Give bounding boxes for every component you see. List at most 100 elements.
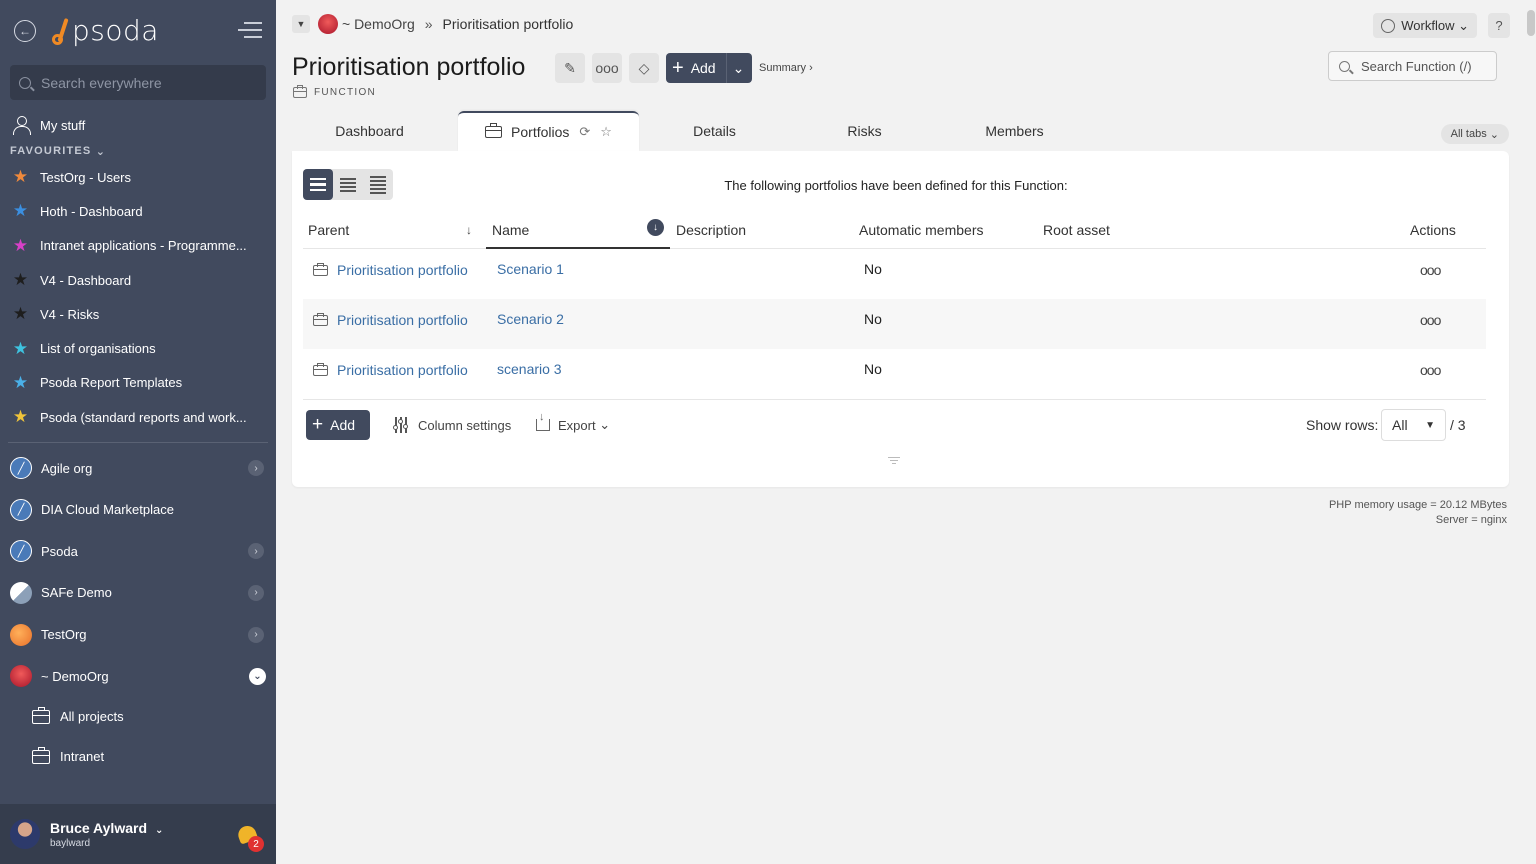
- col-description[interactable]: Description: [676, 222, 746, 238]
- favourite-item[interactable]: ★ Hoth - Dashboard: [0, 194, 276, 228]
- notifications-button[interactable]: 2: [235, 823, 264, 852]
- org-item[interactable]: ~ DemoOrg ⌄: [0, 655, 276, 697]
- sort-active-icon[interactable]: ↓: [647, 219, 664, 236]
- chevron-right-icon[interactable]: ›: [248, 584, 264, 601]
- col-automatic-members[interactable]: Automatic members: [859, 222, 983, 238]
- top-right-tools: Workflow ⌄ ?: [1373, 13, 1510, 38]
- search-icon: [19, 76, 31, 89]
- favourite-item[interactable]: ★ V4 - Risks: [0, 297, 276, 331]
- main-content: ▼ ~ DemoOrg » Prioritisation portfolio W…: [276, 0, 1536, 864]
- sidebar-subitem[interactable]: Intranet: [0, 737, 276, 777]
- plus-icon: +: [672, 57, 684, 79]
- chevron-down-icon: ⌄: [1458, 17, 1469, 33]
- row-actions-icon[interactable]: ooo: [1420, 362, 1441, 378]
- sidebar-subitem[interactable]: All projects: [0, 697, 276, 737]
- portfolio-name-link[interactable]: Scenario 2: [497, 311, 564, 327]
- favourite-item[interactable]: ★ V4 - Dashboard: [0, 263, 276, 297]
- favourites-header[interactable]: FAVOURITES ⌄: [0, 142, 276, 160]
- org-item[interactable]: ╱ Psoda ›: [0, 531, 276, 573]
- col-root-asset[interactable]: Root asset: [1043, 222, 1110, 238]
- breadcrumb-org-link[interactable]: ~ DemoOrg: [342, 16, 415, 32]
- search-function-input[interactable]: Search Function (/): [1328, 51, 1497, 81]
- tag-icon[interactable]: ◇: [629, 53, 659, 83]
- plus-icon: +: [312, 414, 324, 435]
- portfolio-name-link[interactable]: scenario 3: [497, 361, 562, 377]
- chevron-right-icon[interactable]: ›: [248, 460, 264, 477]
- org-label: ~ DemoOrg: [41, 668, 109, 684]
- breadcrumb-dropdown-icon[interactable]: ▼: [292, 15, 310, 33]
- search-everywhere-input[interactable]: [41, 74, 251, 91]
- automatic-members-value: No: [864, 261, 882, 277]
- user-panel[interactable]: Bruce Aylward ⌄ baylward 2: [0, 804, 276, 864]
- sidebar-search[interactable]: [10, 65, 266, 100]
- summary-link[interactable]: Summary ›: [759, 62, 813, 74]
- org-item[interactable]: TestOrg ›: [0, 614, 276, 656]
- edit-pencil-icon[interactable]: ✎: [555, 53, 585, 83]
- favourite-item[interactable]: ★ TestOrg - Users: [0, 160, 276, 194]
- show-rows-select[interactable]: All ▼: [1381, 409, 1446, 441]
- tab-members[interactable]: Members: [952, 111, 1077, 151]
- tab-risks[interactable]: Risks: [802, 111, 927, 151]
- org-item[interactable]: SAFe Demo ›: [0, 572, 276, 614]
- more-options-icon[interactable]: ooo: [592, 53, 622, 83]
- add-button[interactable]: + Add ⌄: [666, 53, 753, 83]
- star-icon: ★: [12, 235, 29, 255]
- sort-arrow-down-icon[interactable]: ↓: [466, 223, 472, 237]
- psoda-logo[interactable]: psoda: [52, 14, 159, 47]
- chevron-down-icon[interactable]: ⌄: [249, 667, 266, 685]
- tab-details[interactable]: Details: [652, 111, 777, 151]
- favourite-label: List of organisations: [40, 341, 156, 357]
- table-row: Prioritisation portfolio scenario 3 No ooo: [303, 349, 1486, 399]
- automatic-members-value: No: [864, 311, 882, 327]
- favourite-label: Hoth - Dashboard: [40, 203, 143, 219]
- tab-dashboard[interactable]: Dashboard: [292, 111, 447, 151]
- favourite-item[interactable]: ★ Psoda Report Templates: [0, 366, 276, 400]
- column-settings-button[interactable]: Column settings: [392, 417, 511, 433]
- back-icon[interactable]: ←: [14, 20, 36, 42]
- star-icon[interactable]: ☆: [600, 124, 612, 140]
- star-icon: ★: [12, 167, 29, 187]
- favourite-item[interactable]: ★ List of organisations: [0, 331, 276, 365]
- table-row: Prioritisation portfolio Scenario 1 No ooo: [303, 249, 1486, 299]
- all-tabs-dropdown[interactable]: All tabs ⌄: [1440, 124, 1509, 144]
- org-item[interactable]: ╱ Agile org ›: [0, 447, 276, 489]
- org-item[interactable]: ╱ DIA Cloud Marketplace: [0, 489, 276, 531]
- sidebar-item-my-stuff[interactable]: My stuff: [0, 108, 276, 142]
- col-name[interactable]: Name: [492, 222, 529, 238]
- server-info: PHP memory usage = 20.12 MBytes Server =…: [1329, 498, 1507, 528]
- portfolio-name-link[interactable]: Scenario 1: [497, 261, 564, 277]
- col-parent[interactable]: Parent: [308, 222, 349, 238]
- add-portfolio-button[interactable]: + Add: [306, 410, 371, 440]
- favourite-label: V4 - Risks: [40, 306, 100, 322]
- chevron-down-icon[interactable]: ⌄: [733, 60, 745, 77]
- scrollbar[interactable]: [1526, 0, 1536, 864]
- sliders-icon: [392, 417, 409, 433]
- briefcase-icon: [313, 262, 328, 276]
- export-button[interactable]: Export ⌄: [536, 411, 610, 433]
- chevron-down-icon: ⌄: [95, 145, 107, 158]
- parent-link[interactable]: Prioritisation portfolio: [313, 362, 468, 378]
- chevron-right-icon[interactable]: ›: [248, 626, 264, 643]
- show-rows-label: Show rows:: [1306, 417, 1379, 433]
- row-actions-icon[interactable]: ooo: [1420, 312, 1441, 328]
- user-handle: baylward: [50, 837, 91, 849]
- organisation-list: ╱ Agile org › ╱ DIA Cloud Marketplace ╱ Psoda ›…: [0, 447, 276, 697]
- favourite-item[interactable]: ★ Psoda (standard reports and work...: [0, 400, 276, 434]
- chevron-right-icon[interactable]: ›: [248, 543, 264, 560]
- panel-intro: The following portfolios have been defin…: [724, 178, 1068, 193]
- tab-portfolios[interactable]: Portfolios ⟳ ☆: [458, 111, 639, 151]
- row-actions-icon[interactable]: ooo: [1420, 262, 1441, 278]
- resize-handle-icon[interactable]: [888, 455, 900, 466]
- chevron-down-icon: ⌄: [155, 824, 164, 836]
- parent-link[interactable]: Prioritisation portfolio: [313, 312, 468, 328]
- workflow-button[interactable]: Workflow ⌄: [1373, 13, 1477, 38]
- refresh-icon[interactable]: ⟳: [579, 124, 590, 140]
- favourite-item[interactable]: ★ Intranet applications - Programme...: [0, 229, 276, 263]
- briefcase-icon: [485, 123, 503, 138]
- help-button[interactable]: ?: [1488, 13, 1510, 38]
- parent-link[interactable]: Prioritisation portfolio: [313, 262, 468, 278]
- automatic-members-value: No: [864, 361, 882, 377]
- org-label: TestOrg: [41, 627, 87, 643]
- search-icon: [1339, 60, 1350, 72]
- collapse-menu-icon[interactable]: [238, 22, 262, 40]
